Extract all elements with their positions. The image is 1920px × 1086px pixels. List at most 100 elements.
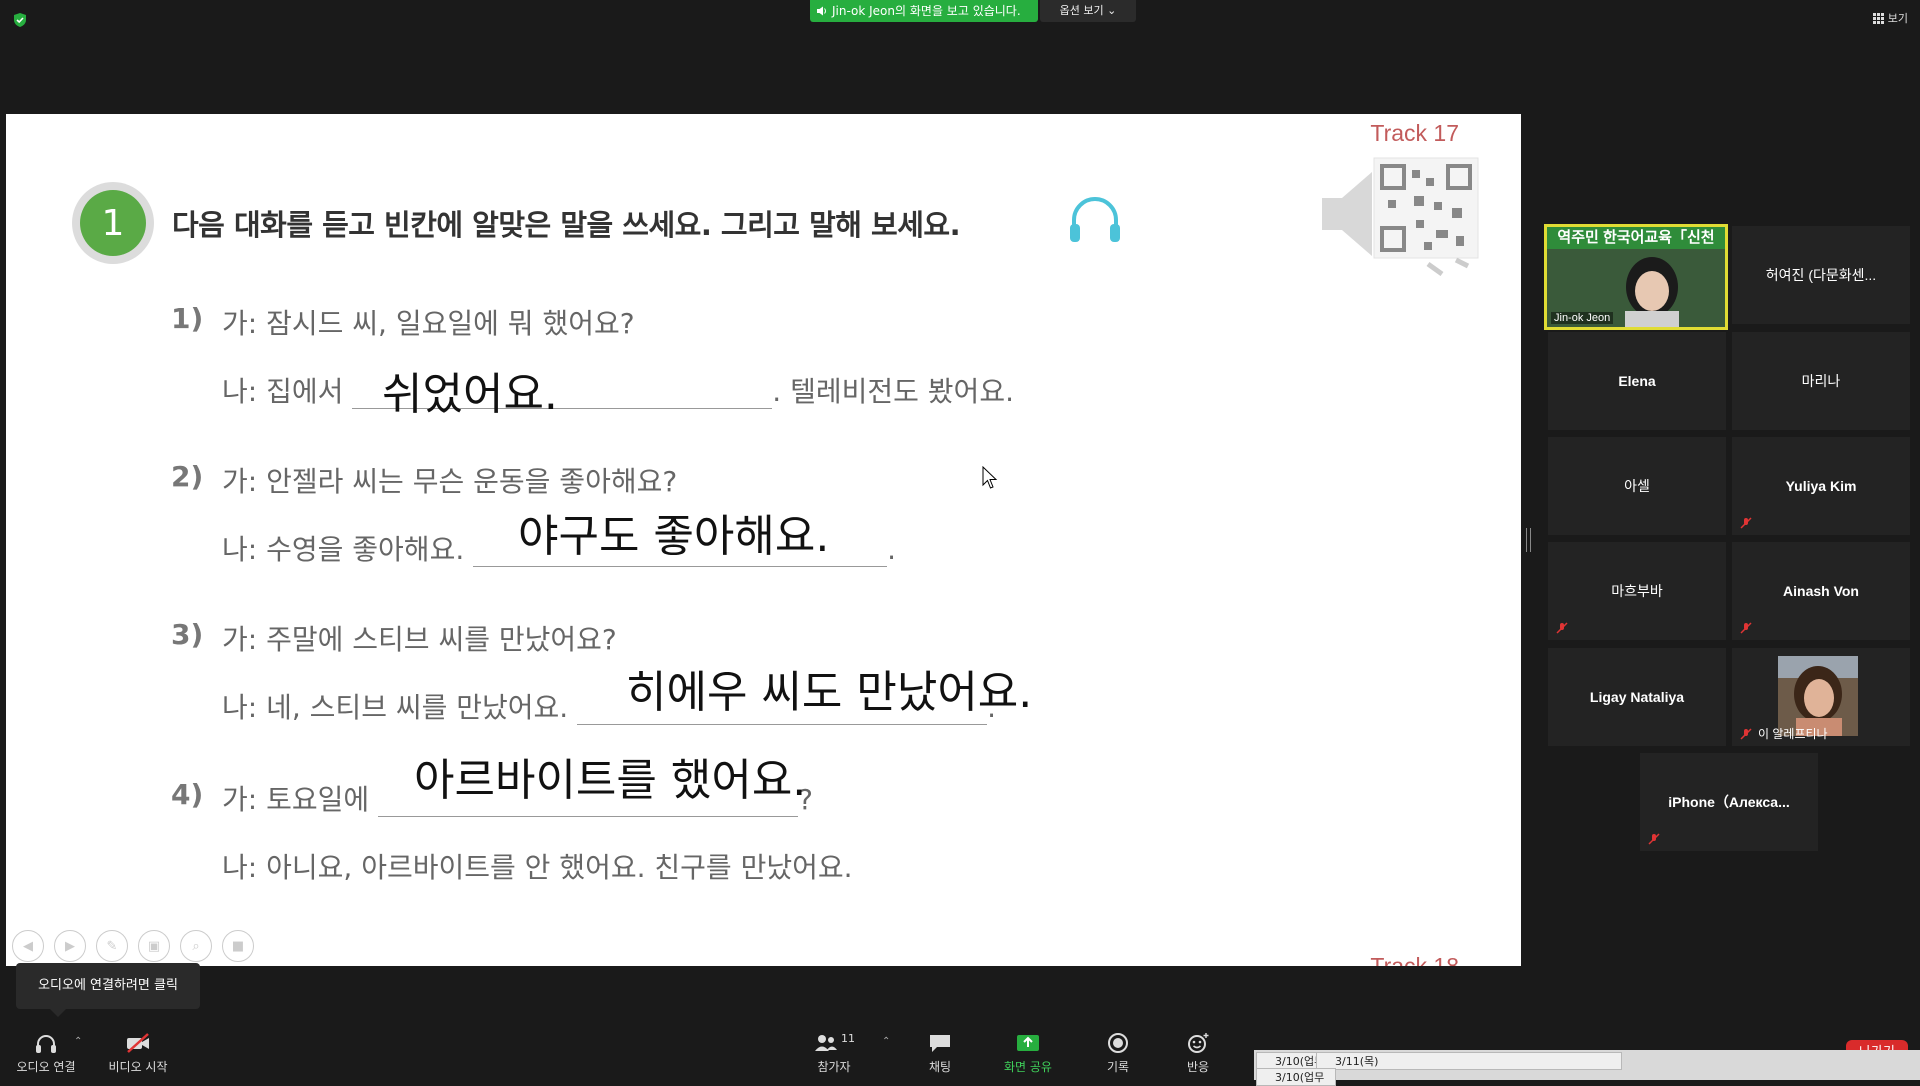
screen-share-banner: Jin-ok Jeon의 화면을 보고 있습니다. [810, 0, 1038, 22]
pen-icon[interactable]: ✎ [96, 930, 128, 962]
participant-name: Elena [1618, 373, 1656, 389]
chat-icon [930, 1035, 950, 1052]
join-audio-label: 오디오 연결 [16, 1060, 76, 1074]
muted-mic-icon [1648, 833, 1660, 845]
view-options-label: 옵션 보기 [1059, 4, 1104, 17]
participant-tile-host[interactable]: 역주민 한국어교육「신천 Jin-ok Jeon [1544, 224, 1728, 330]
participant-name: 이 알레프티나 [1758, 727, 1828, 741]
participants-options-caret[interactable]: ⌃ [882, 1036, 890, 1047]
taskbar-window-title: 3/11(목) [1335, 1055, 1379, 1068]
ga-text: 잠시드 씨, 일요일에 뭐 했어요? [266, 307, 635, 340]
participant-tile[interactable]: Ligay Nataliya [1548, 648, 1726, 746]
question-ga-line: 가: 잠시드 씨, 일요일에 뭐 했어요? [222, 302, 635, 342]
participant-tile[interactable]: 마리나 [1732, 332, 1910, 430]
participant-tile[interactable]: 허여진 (다문화센... [1732, 226, 1910, 324]
record-label: 기록 [1106, 1060, 1130, 1074]
people-icon [815, 1035, 837, 1051]
participant-tile[interactable]: Yuliya Kim [1732, 437, 1910, 535]
record-button[interactable]: 기록 [1082, 1032, 1154, 1075]
smiley-icon [1188, 1033, 1209, 1053]
participant-tile[interactable]: iPhone（Алекса... [1640, 753, 1818, 851]
host-video-banner: 역주민 한국어교육「신천 [1547, 227, 1725, 249]
share-screen-label: 화면 공유 [1004, 1060, 1052, 1074]
gallery-view-button[interactable]: 보기 [1872, 10, 1908, 26]
participant-photo [1778, 656, 1858, 736]
taskbar-window-item[interactable]: 3/10(업무 [1256, 1068, 1336, 1086]
question-ga-line: 가: 안젤라 씨는 무슨 운동을 좋아해요? [222, 460, 677, 500]
chat-button[interactable]: 채팅 [904, 1032, 976, 1075]
participant-name: 마흐부바 [1611, 583, 1663, 599]
ga-text: 주말에 스티브 씨를 만났어요? [266, 623, 617, 656]
participant-tile[interactable]: Ainash Von [1732, 542, 1910, 640]
previous-icon[interactable]: ◀ [12, 930, 44, 962]
handwritten-answer: 히에우 씨도 만났어요. [626, 667, 1033, 718]
panel-resize-handle[interactable] [1526, 528, 1531, 552]
view-options-button[interactable]: 옵션 보기 ⌄ [1040, 0, 1136, 22]
mouse-cursor-icon [982, 466, 998, 489]
na-prefix: 나: [222, 375, 258, 408]
share-banner-text: Jin-ok Jeon의 화면을 보고 있습니다. [832, 4, 1021, 18]
speaker-icon [817, 6, 826, 16]
audio-connect-tooltip: 오디오에 연결하려면 클릭 [16, 963, 200, 1017]
shared-screen-slide: Track 17 1 다음 대화를 듣고 빈칸에 알맞은 말을 쓰세요. 그리고… [6, 114, 1521, 966]
gallery-view-label: 보기 [1887, 12, 1908, 25]
headphones-icon [36, 1035, 56, 1053]
zoom-icon[interactable]: ⌕ [180, 930, 212, 962]
participant-tile[interactable]: 이 알레프티나 [1732, 648, 1910, 746]
taskbar-window-title: 3/10(업무 [1275, 1071, 1325, 1084]
na-before-text: 수영을 좋아해요. [266, 533, 465, 566]
ga-prefix: 가: [222, 623, 258, 656]
share-screen-button[interactable]: 화면 공유 [992, 1032, 1064, 1075]
na-prefix: 나: [222, 851, 258, 884]
participant-name: Jin-ok Jeon [1551, 312, 1614, 324]
ga-text: 안젤라 씨는 무슨 운동을 좋아해요? [266, 465, 678, 498]
participant-name: Yuliya Kim [1785, 478, 1857, 494]
participant-name: Ligay Nataliya [1589, 689, 1685, 705]
next-icon[interactable]: ▶ [54, 930, 86, 962]
participant-name: 허여진 (다문화센... [1765, 267, 1877, 283]
question-number: 4) [171, 778, 204, 811]
question-number: 3) [171, 618, 204, 651]
qr-speaker-icon [1322, 157, 1479, 276]
handwritten-answer: 야구도 좋아해요. [518, 511, 830, 562]
exercise-number-badge: 1 [72, 182, 154, 264]
na-prefix: 나: [222, 533, 258, 566]
reactions-button[interactable]: 반응 [1162, 1032, 1234, 1075]
na-prefix: 나: [222, 691, 258, 724]
taskbar-window-item[interactable]: 3/11(목) [1316, 1052, 1622, 1070]
participants-count: 11 [841, 1032, 855, 1045]
annotation-toolbar: ◀ ▶ ✎ ▣ ⌕ ■ [12, 930, 254, 962]
question-ga-line: 가: 주말에 스티브 씨를 만났어요? [222, 618, 617, 658]
question-number: 2) [171, 460, 204, 493]
host-avatar [1625, 257, 1679, 327]
ga-prefix: 가: [222, 783, 258, 816]
join-audio-button[interactable]: 오디오 연결 [10, 1032, 82, 1075]
start-video-button[interactable]: 비디오 시작 [102, 1032, 174, 1075]
ga-before-text: 토요일에 [266, 783, 370, 816]
participants-button[interactable]: 11 참가자 [798, 1032, 870, 1075]
muted-mic-icon [1556, 622, 1568, 634]
muted-mic-icon [1740, 728, 1752, 740]
participant-name: Ainash Von [1783, 583, 1859, 599]
question-number: 1) [171, 302, 204, 335]
participant-name: 아셀 [1624, 478, 1650, 494]
muted-mic-icon [1740, 622, 1752, 634]
video-off-icon [127, 1033, 149, 1053]
na-after-text: . 텔레비전도 봤어요. [772, 375, 1014, 408]
page-icon[interactable]: ▣ [138, 930, 170, 962]
chat-label: 채팅 [928, 1060, 952, 1074]
participant-tile[interactable]: Elena [1548, 332, 1726, 430]
participant-tile[interactable]: 아셀 [1548, 437, 1726, 535]
security-shield-icon[interactable] [12, 12, 28, 28]
exercise-number: 1 [80, 190, 146, 256]
question-na-line: 나: 아니요, 아르바이트를 안 했어요. 친구를 만났어요. [222, 846, 853, 886]
participant-tile[interactable]: 마흐부바 [1548, 542, 1726, 640]
record-icon [1108, 1033, 1128, 1053]
stop-icon[interactable]: ■ [222, 930, 254, 962]
track-label-top: Track 17 [1370, 120, 1459, 146]
audio-options-caret[interactable]: ⌃ [74, 1036, 82, 1047]
na-after-text: . [887, 533, 897, 566]
ga-prefix: 가: [222, 307, 258, 340]
share-screen-icon [1017, 1035, 1039, 1051]
handwritten-answer: 아르바이트를 했어요. [414, 755, 807, 806]
